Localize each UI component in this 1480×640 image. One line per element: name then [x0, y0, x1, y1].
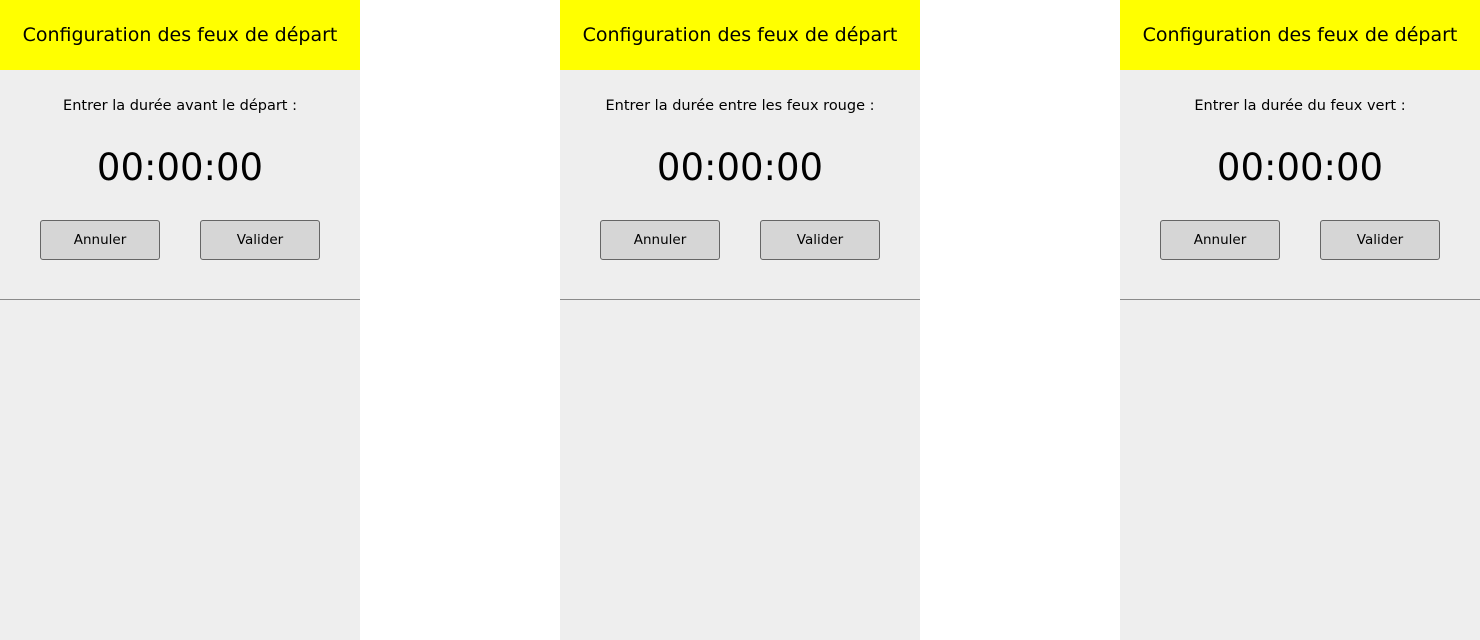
panel-title: Configuration des feux de départ — [582, 24, 898, 46]
duration-timer-input[interactable]: 00:00:00 — [0, 146, 360, 189]
panel-header: Configuration des feux de départ — [1120, 0, 1480, 70]
validate-button[interactable]: Valider — [1320, 220, 1440, 260]
section-divider — [560, 299, 920, 300]
panel-header: Configuration des feux de départ — [0, 0, 360, 70]
duration-prompt: Entrer la durée avant le départ : — [63, 98, 297, 114]
duration-timer-input[interactable]: 00:00:00 — [1120, 146, 1480, 189]
section-divider — [0, 299, 360, 300]
validate-button[interactable]: Valider — [200, 220, 320, 260]
duration-prompt: Entrer la durée du feux vert : — [1194, 98, 1406, 114]
validate-button[interactable]: Valider — [760, 220, 880, 260]
config-panel-start-delay: Configuration des feux de départ Entrer … — [0, 0, 360, 640]
panel-title: Configuration des feux de départ — [22, 24, 338, 46]
section-divider — [1120, 299, 1480, 300]
cancel-button[interactable]: Annuler — [40, 220, 160, 260]
panel-header: Configuration des feux de départ — [560, 0, 920, 70]
cancel-button[interactable]: Annuler — [1160, 220, 1280, 260]
duration-timer-input[interactable]: 00:00:00 — [560, 146, 920, 189]
cancel-button[interactable]: Annuler — [600, 220, 720, 260]
config-panel-green-light-duration: Configuration des feux de départ Entrer … — [1120, 0, 1480, 640]
duration-prompt: Entrer la durée entre les feux rouge : — [605, 98, 875, 114]
config-panel-red-lights-interval: Configuration des feux de départ Entrer … — [560, 0, 920, 640]
panel-title: Configuration des feux de départ — [1142, 24, 1458, 46]
